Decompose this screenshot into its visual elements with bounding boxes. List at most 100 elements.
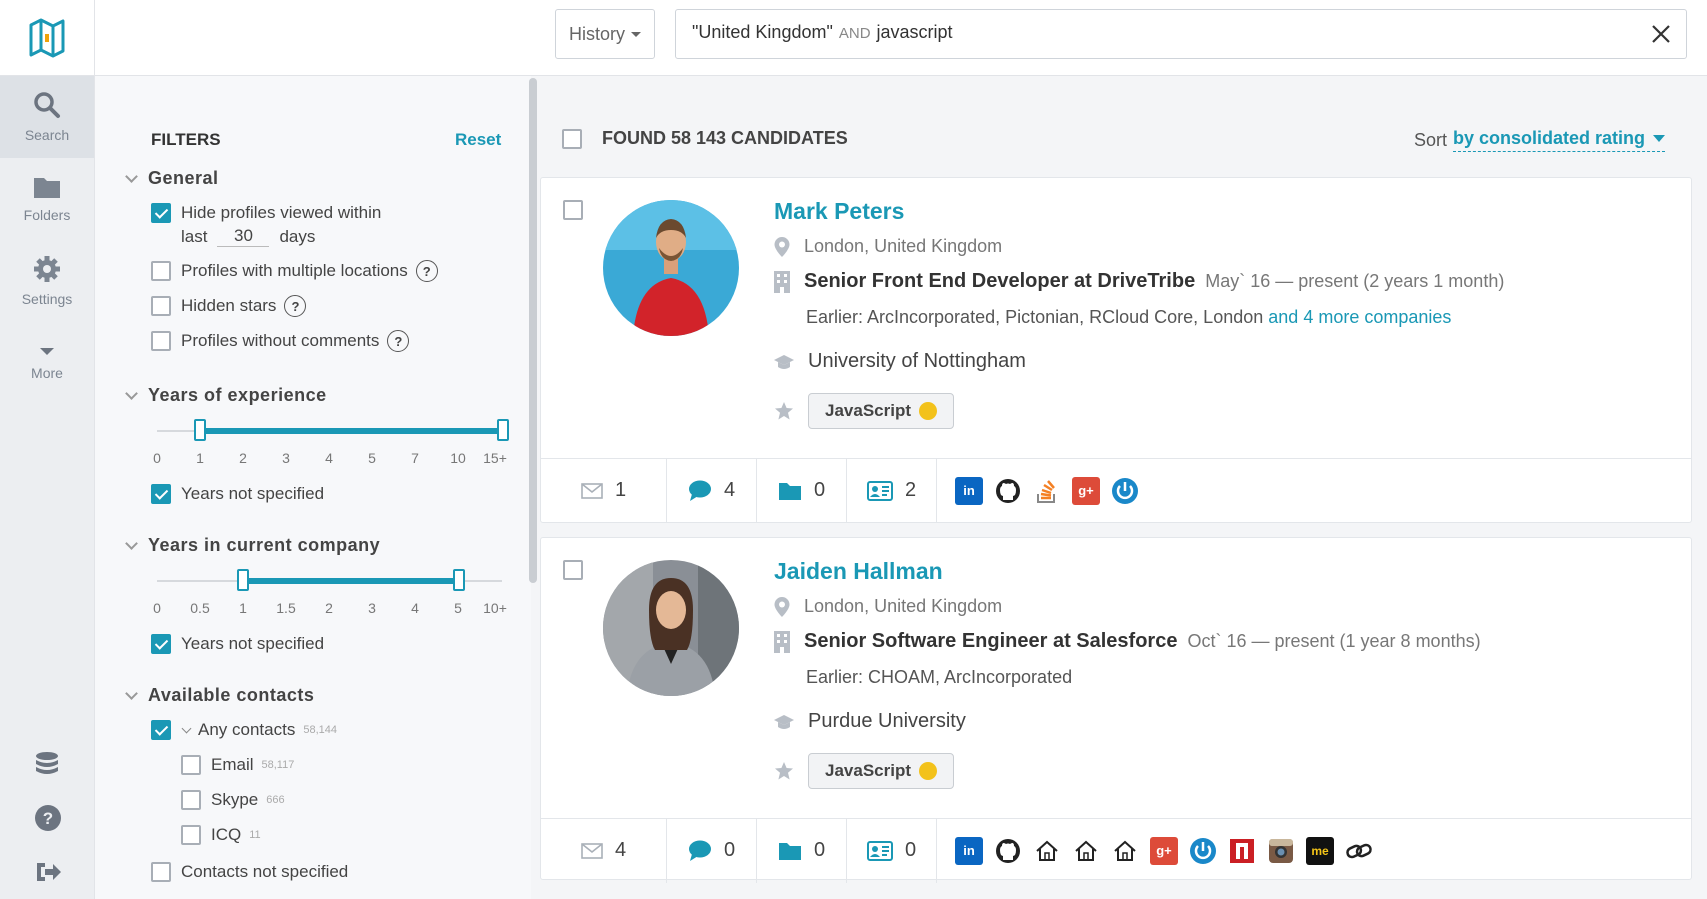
tick: 10 [450, 450, 466, 466]
section-current-company[interactable]: Years in current company [125, 535, 380, 556]
filters-scrollbar[interactable] [529, 78, 537, 583]
sort-value: by consolidated rating [1452, 128, 1645, 148]
aboutme-icon[interactable]: me [1306, 836, 1334, 865]
close-icon[interactable] [1650, 23, 1672, 45]
home-icon[interactable] [1033, 837, 1061, 865]
nav-help[interactable]: ? [0, 791, 95, 845]
company-max-handle[interactable] [453, 569, 465, 591]
github-icon[interactable] [994, 837, 1022, 865]
help-icon: ? [34, 805, 61, 831]
nav-search[interactable]: Search [0, 76, 94, 158]
candidate-name[interactable]: Jaiden Hallman [774, 558, 943, 585]
star-icon[interactable] [774, 401, 794, 421]
home-icon[interactable] [1111, 837, 1139, 865]
logo-icon [29, 18, 65, 57]
chevron-down-icon[interactable] [181, 723, 192, 733]
sort-dropdown[interactable]: by consolidated rating [1452, 128, 1665, 152]
emails-stat[interactable]: 1 [541, 458, 667, 523]
candidate-checkbox[interactable] [563, 560, 583, 580]
skill-chip[interactable]: JavaScript [808, 393, 954, 429]
multi-locations-checkbox[interactable] [151, 261, 171, 281]
comments-stat[interactable]: 0 [667, 818, 757, 883]
tick: 15+ [483, 450, 507, 466]
contacts-stat[interactable]: 0 [847, 818, 937, 883]
github-icon[interactable] [994, 477, 1022, 505]
avatar[interactable] [603, 560, 739, 696]
emails-stat[interactable]: 4 [541, 818, 667, 883]
map-pin-icon [774, 236, 790, 257]
candidate-name[interactable]: Mark Peters [774, 198, 904, 225]
job-title: Senior Software Engineer at Salesforce [804, 630, 1178, 652]
history-dropdown[interactable]: History [555, 9, 655, 59]
contacts-not-specified-checkbox[interactable] [151, 862, 171, 882]
instagram-icon[interactable] [1267, 837, 1295, 865]
search-input[interactable]: "United Kingdom" AND javascript [675, 9, 1687, 59]
app-logo[interactable] [0, 0, 94, 76]
days-input[interactable] [217, 226, 270, 247]
comments-stat[interactable]: 4 [667, 458, 757, 523]
link-icon[interactable] [1345, 837, 1373, 865]
candidate-checkbox[interactable] [563, 200, 583, 220]
query-term-1: "United Kingdom" [692, 22, 833, 42]
experience-max-handle[interactable] [497, 419, 509, 441]
stackoverflow-icon[interactable] [1033, 477, 1061, 505]
experience-slider[interactable] [157, 419, 509, 441]
help-icon[interactable]: ? [415, 260, 438, 282]
nav-billing[interactable] [0, 737, 95, 791]
company-not-specified-checkbox[interactable] [151, 634, 171, 654]
help-icon[interactable]: ? [284, 295, 307, 317]
section-experience[interactable]: Years of experience [125, 385, 327, 406]
filters-panel: FILTERS Reset General Hide profiles view… [95, 76, 531, 899]
linkedin-icon[interactable]: in [955, 836, 983, 865]
icq-count: 11 [249, 829, 261, 841]
nav-folders[interactable]: Folders [0, 158, 94, 240]
section-contacts[interactable]: Available contacts [125, 685, 314, 706]
power-icon[interactable] [1111, 477, 1139, 505]
svg-text:?: ? [42, 809, 52, 828]
linkedin-icon[interactable]: in [955, 476, 983, 505]
tick: 3 [368, 600, 376, 616]
company-min-handle[interactable] [237, 569, 249, 591]
tick: 4 [411, 600, 419, 616]
reset-button[interactable]: Reset [455, 130, 501, 150]
select-all-checkbox[interactable] [562, 128, 582, 149]
earlier-companies: Earlier: ArcIncorporated, Pictonian, RCl… [806, 307, 1451, 328]
power-icon[interactable] [1189, 837, 1217, 865]
folder-icon [34, 178, 60, 198]
experience-min-handle[interactable] [194, 419, 206, 441]
nav-more[interactable]: More [0, 322, 94, 404]
folders-stat[interactable]: 0 [757, 458, 847, 523]
home-icon[interactable] [1072, 837, 1100, 865]
googleplus-icon[interactable]: g+ [1150, 836, 1178, 865]
nav-logout[interactable] [0, 845, 95, 899]
history-label: History [568, 23, 625, 44]
help-icon[interactable]: ? [387, 330, 410, 352]
n-icon[interactable] [1228, 837, 1256, 865]
nav-settings[interactable]: Settings [0, 240, 94, 322]
location-text: London, United Kingdom [804, 236, 1003, 256]
any-contacts-row: Any contacts 58,144 [151, 720, 337, 740]
search-icon [34, 92, 60, 118]
star-icon[interactable] [774, 761, 794, 781]
skill-chip[interactable]: JavaScript [808, 753, 954, 789]
folders-stat[interactable]: 0 [757, 818, 847, 883]
sort-control: Sort by consolidated rating [1414, 128, 1665, 152]
skills-row: JavaScript [774, 393, 954, 429]
company-slider[interactable] [157, 569, 502, 591]
icq-checkbox[interactable] [181, 825, 201, 845]
hide-viewed-checkbox[interactable] [151, 203, 171, 223]
any-contacts-checkbox[interactable] [151, 720, 171, 740]
logout-icon [36, 863, 61, 881]
avatar-photo [603, 560, 739, 696]
skype-checkbox[interactable] [181, 790, 201, 810]
section-general[interactable]: General [125, 168, 219, 189]
email-checkbox[interactable] [181, 755, 201, 775]
hidden-stars-checkbox[interactable] [151, 296, 171, 316]
googleplus-icon[interactable]: g+ [1072, 476, 1100, 505]
no-comments-checkbox[interactable] [151, 331, 171, 351]
contacts-stat[interactable]: 2 [847, 458, 937, 523]
avatar[interactable] [603, 200, 739, 336]
more-companies-link[interactable]: and 4 more companies [1268, 307, 1451, 327]
contact-card-icon [866, 480, 893, 501]
exp-not-specified-checkbox[interactable] [151, 484, 171, 504]
